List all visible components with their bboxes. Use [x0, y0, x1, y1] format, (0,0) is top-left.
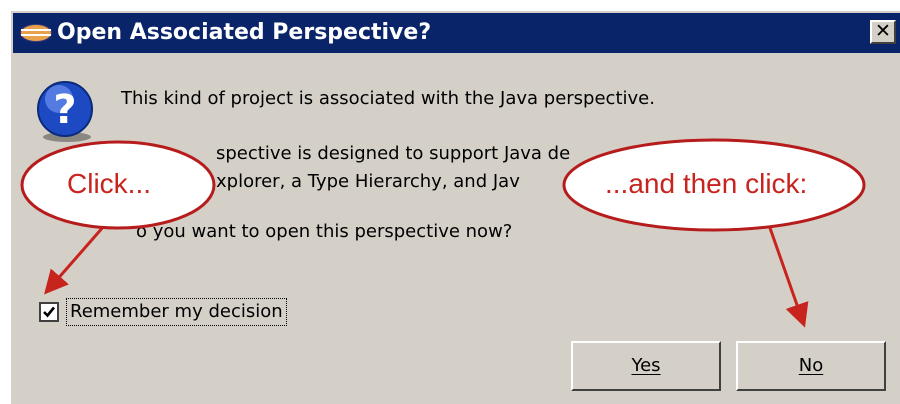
annotation-overlay — [20, 138, 866, 328]
callout-right-text: ...and then click: — [605, 168, 808, 199]
arrow-to-checkbox — [44, 225, 106, 295]
callout-left-text: Click... — [67, 168, 151, 199]
arrow-to-no-button — [768, 227, 809, 328]
